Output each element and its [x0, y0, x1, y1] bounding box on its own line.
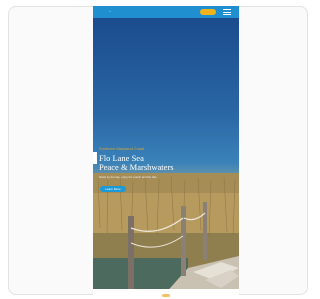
mobile-page-preview: ~ Southern Maryland Coast Flo Lane Sea P… — [93, 6, 239, 296]
site-logo[interactable]: ~ — [103, 9, 117, 15]
hero-eyebrow: Southern Maryland Coast — [99, 146, 145, 151]
header-cta-button[interactable] — [200, 9, 216, 15]
hero-section: Southern Maryland Coast Flo Lane Sea Pea… — [93, 18, 239, 296]
hero-cta-button[interactable]: Learn More — [100, 186, 126, 192]
hero-headline-line-2: Peace & Marshwaters — [99, 162, 174, 172]
side-tab-button[interactable] — [93, 152, 97, 164]
hero-subtext: Relax by the bay, enjoy the marsh and th… — [99, 175, 157, 179]
top-nav-bar: ~ — [93, 6, 239, 18]
hero-headline: Flo Lane Sea Peace & Marshwaters — [99, 154, 229, 172]
hamburger-menu-icon[interactable] — [223, 8, 231, 16]
footer-indicator — [162, 294, 170, 297]
